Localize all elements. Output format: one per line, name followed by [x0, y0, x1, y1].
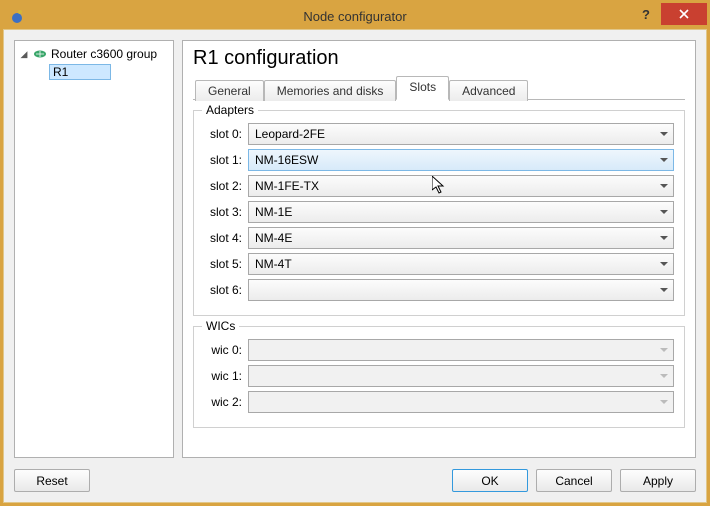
wic1-combo[interactable] — [248, 365, 674, 387]
slot2-row: slot 2: NM-1FE-TX — [204, 175, 674, 197]
wic0-label: wic 0: — [204, 343, 248, 357]
slot1-value: NM-16ESW — [255, 153, 318, 167]
slot3-value: NM-1E — [255, 205, 292, 219]
wic2-label: wic 2: — [204, 395, 248, 409]
close-button[interactable] — [661, 3, 707, 25]
slot0-row: slot 0: Leopard-2FE — [204, 123, 674, 145]
slot3-label: slot 3: — [204, 205, 248, 219]
apply-button[interactable]: Apply — [620, 469, 696, 492]
window-title: Node configurator — [303, 9, 406, 24]
slot0-combo[interactable]: Leopard-2FE — [248, 123, 674, 145]
reset-button[interactable]: Reset — [14, 469, 90, 492]
adapters-group: Adapters slot 0: Leopard-2FE slot 1: NM-… — [193, 110, 685, 316]
slot2-combo[interactable]: NM-1FE-TX — [248, 175, 674, 197]
adapters-title: Adapters — [202, 103, 258, 117]
slot5-label: slot 5: — [204, 257, 248, 271]
chevron-down-icon — [660, 400, 668, 404]
slot4-label: slot 4: — [204, 231, 248, 245]
collapse-icon[interactable]: ◢ — [19, 49, 29, 60]
cancel-button[interactable]: Cancel — [536, 469, 612, 492]
tree-node-label: R1 — [49, 64, 111, 80]
wic0-combo[interactable] — [248, 339, 674, 361]
tab-advanced[interactable]: Advanced — [449, 80, 528, 101]
slot2-value: NM-1FE-TX — [255, 179, 319, 193]
tab-slots[interactable]: Slots — [396, 76, 449, 100]
slot6-row: slot 6: — [204, 279, 674, 301]
slot0-value: Leopard-2FE — [255, 127, 325, 141]
chevron-down-icon — [660, 236, 668, 240]
tree-group-row[interactable]: ◢ Router c3600 group — [17, 45, 171, 63]
slot1-label: slot 1: — [204, 153, 248, 167]
main-panel: R1 configuration General Memories and di… — [182, 40, 696, 458]
tree-node-row[interactable]: R1 — [17, 63, 171, 81]
slot6-combo[interactable] — [248, 279, 674, 301]
tree-panel[interactable]: ◢ Router c3600 group R1 — [14, 40, 174, 458]
slot2-label: slot 2: — [204, 179, 248, 193]
slot1-row: slot 1: NM-16ESW — [204, 149, 674, 171]
chevron-down-icon — [660, 184, 668, 188]
tab-memories[interactable]: Memories and disks — [264, 80, 397, 101]
tabstrip: General Memories and disks Slots Advance… — [193, 76, 685, 100]
ok-button[interactable]: OK — [452, 469, 528, 492]
slot6-label: slot 6: — [204, 283, 248, 297]
wic1-row: wic 1: — [204, 365, 674, 387]
router-icon — [33, 48, 47, 60]
wic1-label: wic 1: — [204, 369, 248, 383]
wic0-row: wic 0: — [204, 339, 674, 361]
tree-group-label: Router c3600 group — [51, 47, 157, 61]
client-area: ◢ Router c3600 group R1 R1 configuration… — [3, 29, 707, 503]
slot1-combo[interactable]: NM-16ESW — [248, 149, 674, 171]
slot5-combo[interactable]: NM-4T — [248, 253, 674, 275]
chevron-down-icon — [660, 348, 668, 352]
titlebar[interactable]: Node configurator ? — [3, 3, 707, 29]
chevron-down-icon — [660, 262, 668, 266]
wic2-combo[interactable] — [248, 391, 674, 413]
wic2-row: wic 2: — [204, 391, 674, 413]
slot4-combo[interactable]: NM-4E — [248, 227, 674, 249]
slot5-value: NM-4T — [255, 257, 292, 271]
titlebar-controls: ? — [631, 3, 707, 25]
dialog-buttons: Reset OK Cancel Apply — [14, 469, 696, 492]
slot4-row: slot 4: NM-4E — [204, 227, 674, 249]
chevron-down-icon — [660, 374, 668, 378]
slot3-combo[interactable]: NM-1E — [248, 201, 674, 223]
slot4-value: NM-4E — [255, 231, 292, 245]
chevron-down-icon — [660, 210, 668, 214]
slot5-row: slot 5: NM-4T — [204, 253, 674, 275]
chevron-down-icon — [660, 132, 668, 136]
chevron-down-icon — [660, 158, 668, 162]
wics-title: WICs — [202, 319, 239, 333]
wics-group: WICs wic 0: wic 1: wic 2: — [193, 326, 685, 428]
app-icon — [9, 8, 25, 24]
chevron-down-icon — [660, 288, 668, 292]
help-button[interactable]: ? — [631, 3, 661, 25]
page-title: R1 configuration — [193, 47, 685, 70]
tab-general[interactable]: General — [195, 80, 264, 101]
slot3-row: slot 3: NM-1E — [204, 201, 674, 223]
node-configurator-window: Node configurator ? ◢ Router c3600 group… — [0, 0, 710, 506]
slot0-label: slot 0: — [204, 127, 248, 141]
